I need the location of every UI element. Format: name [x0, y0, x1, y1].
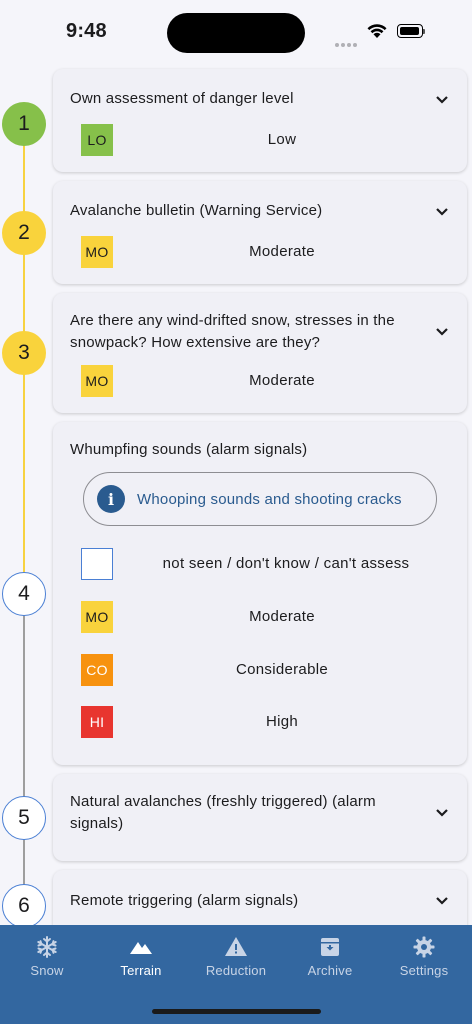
nav-item-archive[interactable]: Archive	[283, 935, 377, 978]
info-label: Whooping sounds and shooting cracks	[137, 490, 402, 508]
card-title: Avalanche bulletin (Warning Service)	[70, 202, 323, 219]
card-avalanche-bulletin[interactable]: Avalanche bulletin (Warning Service) MO …	[53, 181, 467, 284]
nav-label: Reduction	[205, 963, 267, 978]
danger-level-badge: LO	[81, 124, 113, 156]
step-marker-3: 3	[2, 331, 46, 375]
timeline-line-pending	[23, 612, 25, 912]
step-marker-4: 4	[2, 572, 46, 616]
card-title: Natural avalanches (freshly triggered) (…	[70, 793, 376, 832]
info-button[interactable]: i Whooping sounds and shooting cracks	[83, 472, 437, 526]
nav-label: Terrain	[120, 963, 162, 978]
step-marker-6: 6	[2, 884, 46, 928]
nav-label: Snow	[30, 963, 64, 978]
card-title: Are there any wind-drifted snow, stresse…	[70, 312, 395, 351]
danger-level-badge: MO	[81, 365, 113, 397]
option-badge-high[interactable]: HI	[81, 706, 113, 738]
danger-level-label: Moderate	[249, 243, 315, 260]
option-badge-moderate[interactable]: MO	[81, 601, 113, 633]
nav-label: Settings	[399, 963, 449, 978]
nav-item-reduction[interactable]: Reduction	[189, 935, 283, 978]
option-label-high[interactable]: High	[193, 713, 371, 730]
danger-level-label: Low	[267, 131, 297, 148]
option-label-unknown[interactable]: not seen / don't know / can't assess	[141, 555, 431, 572]
nav-item-snow[interactable]: Snow	[0, 935, 94, 978]
wifi-icon	[367, 24, 387, 38]
chevron-down-icon[interactable]	[435, 95, 449, 105]
card-title: Whumpfing sounds (alarm signals)	[70, 441, 308, 458]
nav-item-terrain[interactable]: Terrain	[94, 935, 188, 978]
nav-label: Archive	[307, 963, 353, 978]
card-whumpfing-sounds: Whumpfing sounds (alarm signals) i Whoop…	[53, 422, 467, 765]
chevron-down-icon[interactable]	[435, 207, 449, 217]
home-indicator[interactable]	[152, 1009, 321, 1014]
chevron-down-icon[interactable]	[435, 808, 449, 818]
card-wind-drifted-snow[interactable]: Are there any wind-drifted snow, stresse…	[53, 293, 467, 413]
mountain-icon	[130, 942, 152, 954]
chevron-down-icon[interactable]	[435, 896, 449, 906]
step-marker-1: 1	[2, 102, 46, 146]
battery-icon	[397, 24, 425, 38]
danger-level-badge: MO	[81, 236, 113, 268]
info-icon: i	[97, 485, 125, 513]
card-title: Remote triggering (alarm signals)	[70, 892, 299, 909]
card-own-assessment[interactable]: Own assessment of danger level LO Low	[53, 69, 467, 172]
step-marker-5: 5	[2, 796, 46, 840]
archive-icon	[321, 938, 339, 956]
option-badge-considerable[interactable]: CO	[81, 654, 113, 686]
nav-item-settings[interactable]: Settings	[377, 935, 471, 978]
gear-icon	[413, 936, 435, 958]
option-checkbox-unknown[interactable]	[81, 548, 113, 580]
warning-icon	[225, 937, 247, 956]
option-label-moderate[interactable]: Moderate	[193, 608, 371, 625]
option-label-considerable[interactable]: Considerable	[193, 661, 371, 678]
card-title: Own assessment of danger level	[70, 90, 294, 107]
danger-level-label: Moderate	[249, 372, 315, 389]
chevron-down-icon[interactable]	[435, 327, 449, 337]
step-marker-2: 2	[2, 211, 46, 255]
status-time: 9:48	[66, 20, 107, 42]
cellular-signal-icon	[335, 34, 359, 52]
snowflake-icon	[37, 936, 57, 958]
dynamic-island	[167, 13, 305, 53]
card-natural-avalanches[interactable]: Natural avalanches (freshly triggered) (…	[53, 774, 467, 861]
